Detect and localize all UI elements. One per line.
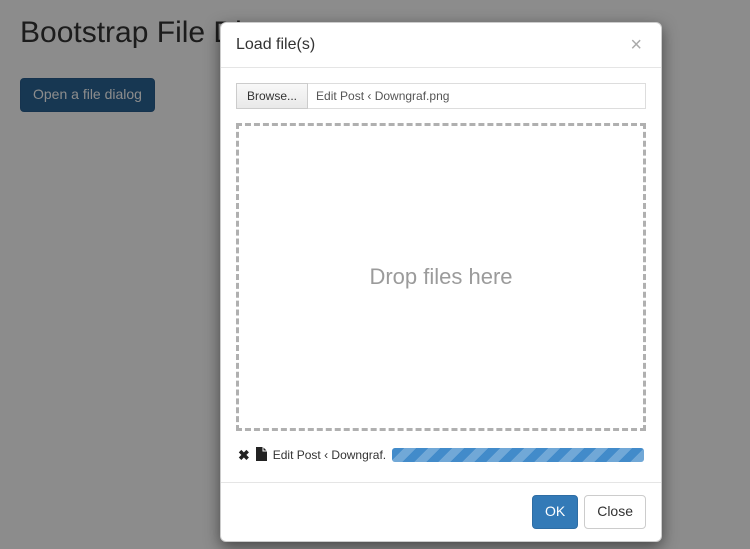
upload-queue-item: ✖ Edit Post ‹ Downgraf.	[236, 447, 646, 467]
browse-button[interactable]: Browse...	[236, 83, 308, 109]
queue-file-name: Edit Post ‹ Downgraf.	[273, 448, 386, 462]
close-icon[interactable]: ×	[626, 35, 646, 55]
modal-body: Browse... Edit Post ‹ Downgraf.png Drop …	[221, 68, 661, 482]
dropzone[interactable]: Drop files here	[236, 123, 646, 431]
file-icon	[256, 447, 267, 463]
modal-header: Load file(s) ×	[221, 23, 661, 68]
upload-progress-bar	[392, 448, 644, 462]
modal-title: Load file(s)	[236, 36, 315, 54]
modal-footer: OK Close	[221, 482, 661, 541]
selected-file-name: Edit Post ‹ Downgraf.png	[308, 83, 646, 109]
file-dialog-modal: Load file(s) × Browse... Edit Post ‹ Dow…	[220, 22, 662, 542]
remove-file-icon[interactable]: ✖	[238, 448, 250, 462]
close-button[interactable]: Close	[584, 495, 646, 529]
upload-progress	[392, 448, 644, 462]
file-input-row: Browse... Edit Post ‹ Downgraf.png	[236, 83, 646, 109]
ok-button[interactable]: OK	[532, 495, 578, 529]
dropzone-text: Drop files here	[369, 264, 512, 290]
